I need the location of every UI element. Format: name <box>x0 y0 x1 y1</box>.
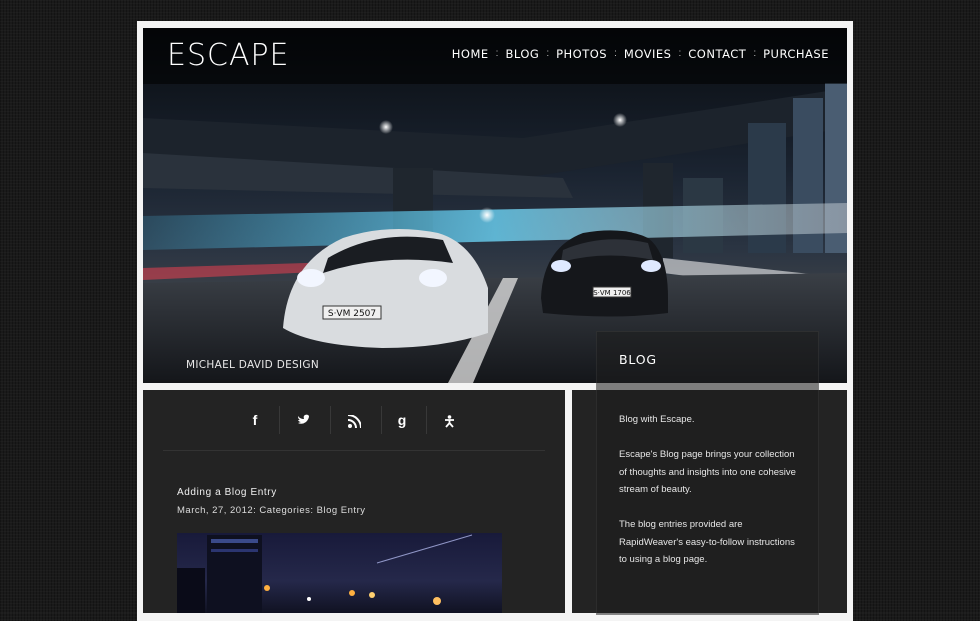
divider <box>330 406 331 434</box>
nav-contact[interactable]: CONTACT <box>688 47 746 61</box>
design-credit: MICHAEL DAVID DESIGN <box>186 359 319 371</box>
sidebar-blog-box: BLOG Blog with Escape. Escape's Blog pag… <box>596 331 819 615</box>
main-nav: HOME : BLOG : PHOTOS : MOVIES : CONTACT … <box>452 47 829 61</box>
divider <box>163 450 545 451</box>
nav-separator: : <box>614 48 617 59</box>
header-bar: ESCAPE HOME : BLOG : PHOTOS : MOVIES : C… <box>143 28 847 84</box>
sidebar-paragraph: The blog entries provided are RapidWeave… <box>619 519 795 565</box>
sidebar-paragraph: Escape's Blog page brings your collectio… <box>619 449 796 495</box>
post-meta: March, 27, 2012: Categories: Blog Entry <box>177 505 365 516</box>
twitter-icon[interactable] <box>290 408 318 432</box>
nav-separator: : <box>546 48 550 59</box>
divider <box>279 406 280 434</box>
nav-separator: : <box>753 48 757 59</box>
social-bar: f g <box>143 390 565 450</box>
site-logo[interactable]: ESCAPE <box>167 38 290 73</box>
nav-home[interactable]: HOME <box>452 47 489 61</box>
google-icon[interactable]: g <box>388 408 416 432</box>
post-title[interactable]: Adding a Blog Entry <box>177 487 277 498</box>
divider <box>381 406 382 434</box>
car2-plate: S·VM 1706 <box>593 289 631 297</box>
nav-movies[interactable]: MOVIES <box>624 47 672 61</box>
nav-separator: : <box>495 48 499 59</box>
post-category-link[interactable]: Blog Entry <box>317 505 366 516</box>
delicious-icon[interactable] <box>435 408 463 432</box>
divider <box>426 406 427 434</box>
post-image <box>177 533 502 613</box>
nav-blog[interactable]: BLOG <box>505 47 539 61</box>
car1-plate: S·VM 2507 <box>328 309 376 319</box>
sidebar-title: BLOG <box>619 352 657 367</box>
nav-photos[interactable]: PHOTOS <box>556 47 607 61</box>
facebook-icon[interactable]: f <box>241 408 269 432</box>
rss-icon[interactable] <box>340 408 368 432</box>
nav-purchase[interactable]: PURCHASE <box>763 47 829 61</box>
post-date: March, 27, 2012: Categories: <box>177 505 314 516</box>
main-content: f g Adding a Blog Entry March, 27, 2012:… <box>143 390 565 613</box>
nav-separator: : <box>678 48 682 59</box>
sidebar-paragraph: Blog with Escape. <box>619 414 695 425</box>
hero-banner: S·VM 2507 S·VM 1706 ESCAPE HOME : BLOG :… <box>143 28 847 383</box>
